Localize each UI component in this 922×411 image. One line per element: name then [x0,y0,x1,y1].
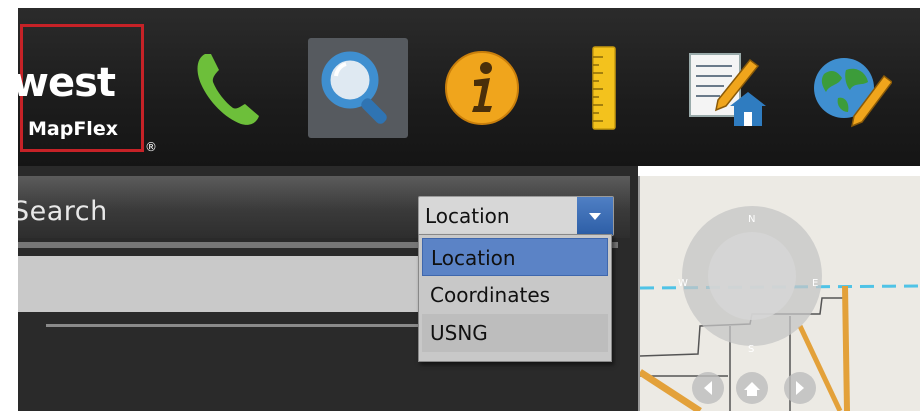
search-tool-button[interactable] [308,38,408,138]
map-view[interactable]: N W E S [638,176,920,411]
measure-tool-button[interactable] [558,38,650,138]
search-icon [321,51,387,124]
logo-product-name: MapFlex [28,118,118,140]
option-location[interactable]: Location [422,238,608,276]
map-edit-tool-button[interactable] [804,38,896,138]
app-frame: west MapFlex ® Search Location N W E S L… [18,0,920,411]
main-toolbar: west MapFlex ® [18,8,920,166]
compass-w-label: W [678,278,688,289]
info-tool-button[interactable] [436,38,528,138]
ruler-icon [592,46,616,130]
search-panel-title: Search [18,196,108,227]
compass-n-label: N [748,214,755,225]
edit-document-icon [689,53,766,126]
select-dropdown-button[interactable] [577,197,613,235]
option-coordinates[interactable]: Coordinates [422,276,608,314]
map-canvas: N W E S [640,176,920,411]
chevron-down-icon [589,212,601,220]
globe-edit-icon [814,58,892,128]
search-input[interactable] [18,256,438,312]
search-type-select[interactable]: Location [418,196,614,236]
logo-text: west [18,60,116,106]
phone-tool-button[interactable] [180,38,272,138]
phone-icon [197,54,259,125]
panel-divider-thin [46,324,426,327]
search-panel-header: Search Location [18,176,630,238]
compass-e-label: E [812,278,818,289]
report-tool-button[interactable] [680,38,772,138]
option-usng[interactable]: USNG [422,314,608,352]
logo-registered-mark: ® [145,140,157,154]
info-icon [445,51,519,125]
compass-s-label: S [748,344,754,355]
search-type-value: Location [425,204,510,228]
search-type-options: Location Coordinates USNG [418,234,612,362]
